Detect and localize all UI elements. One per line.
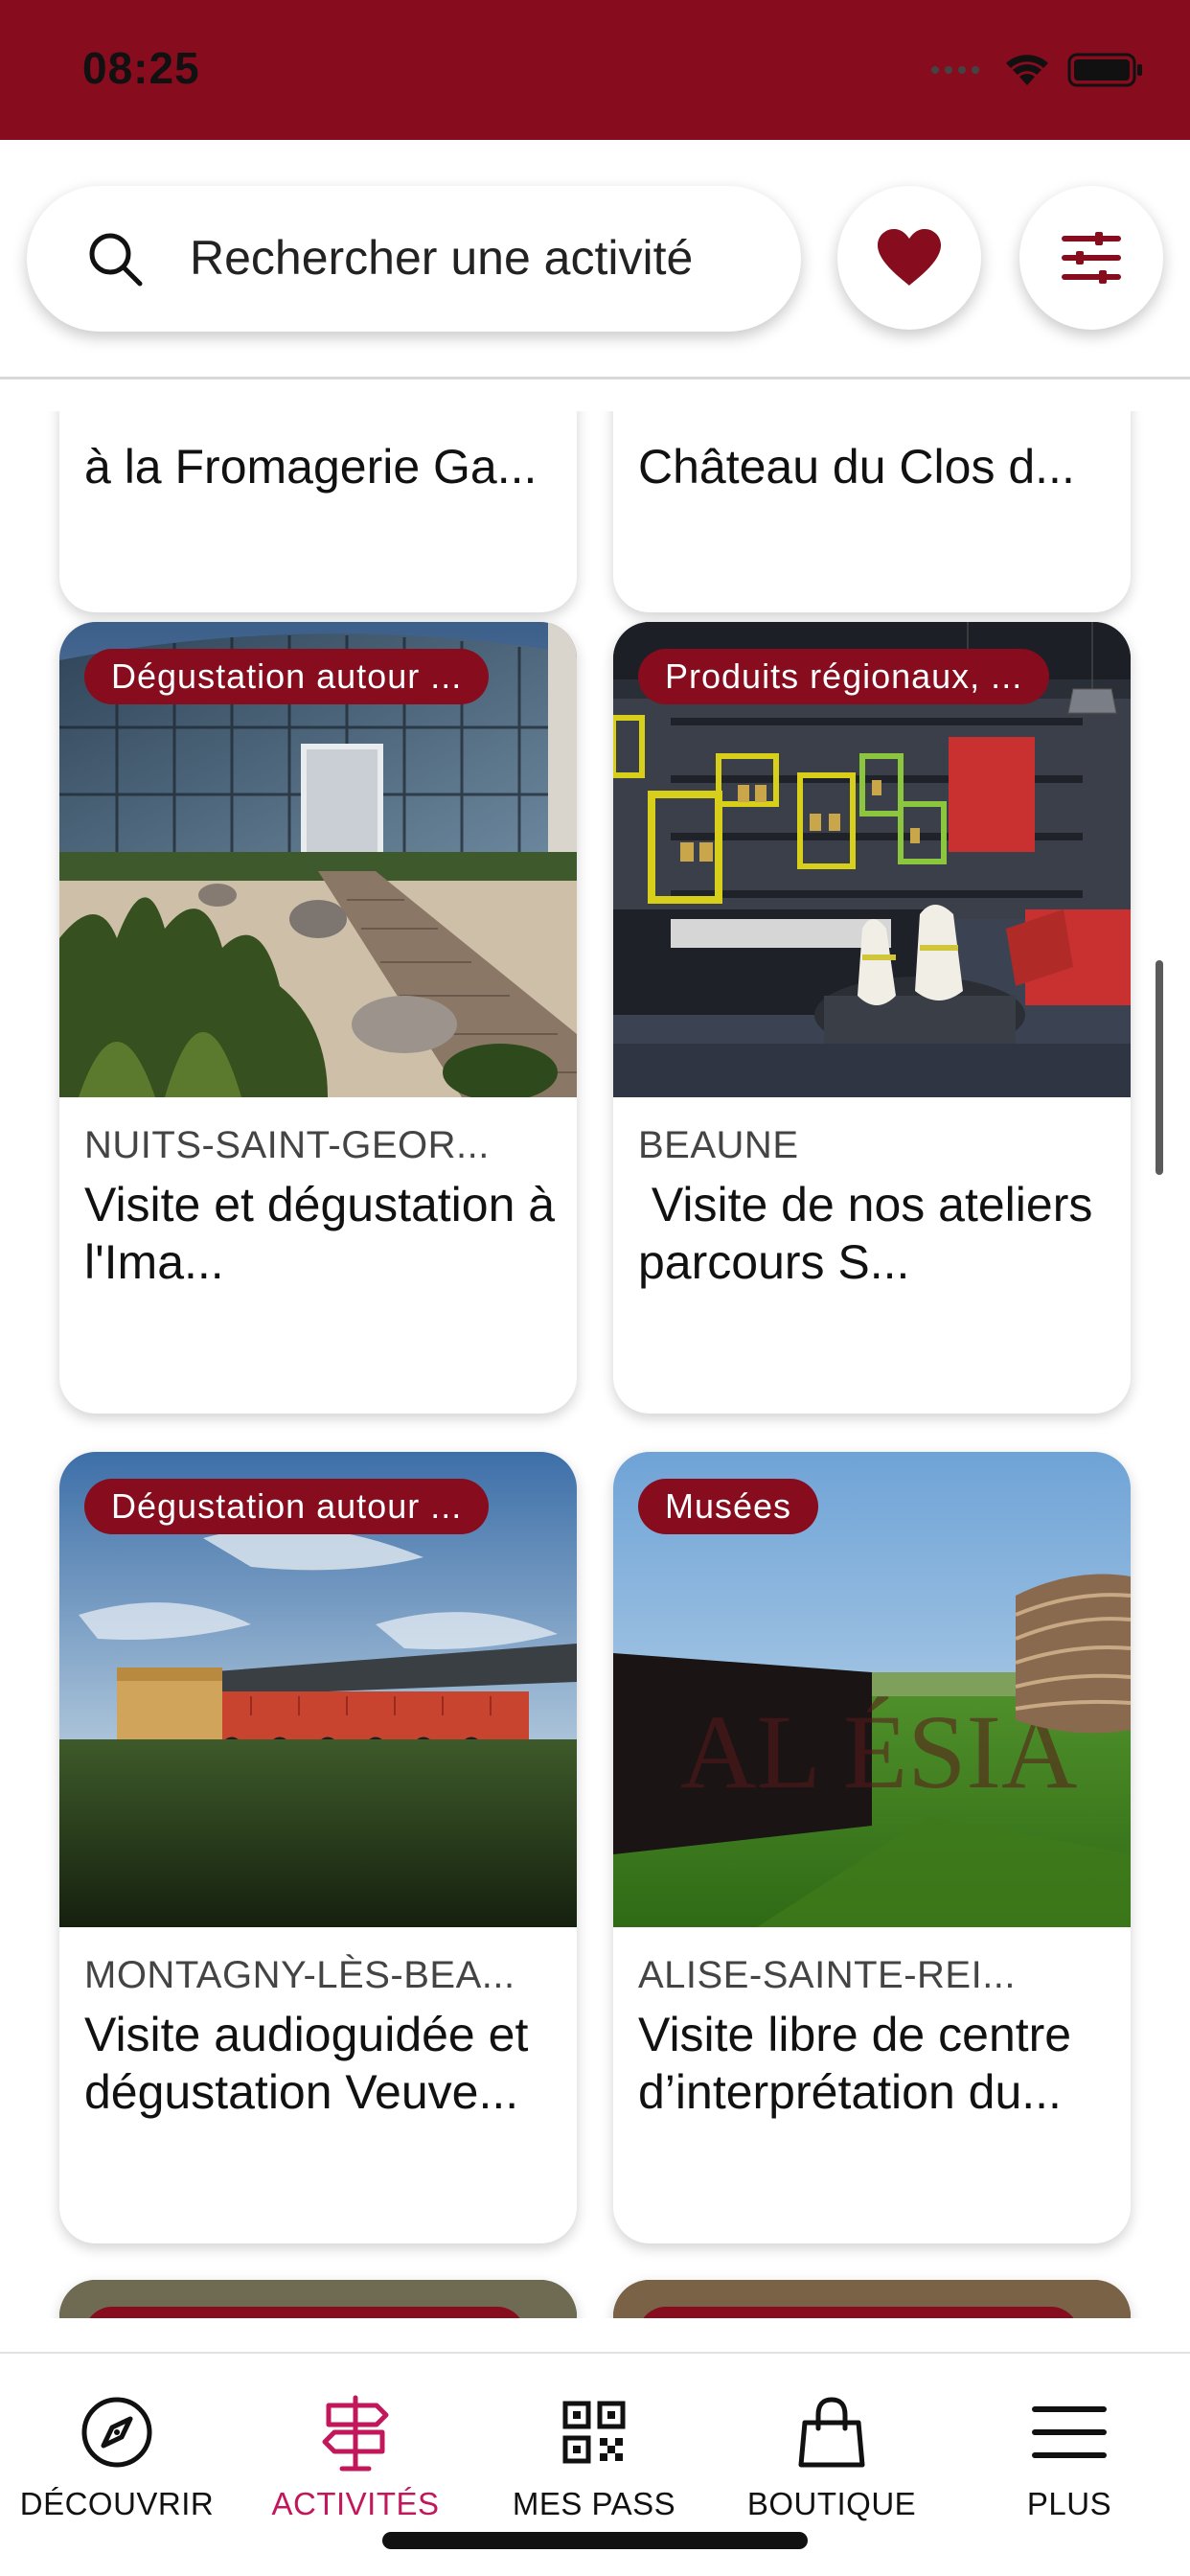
card-title: Visite de nos ateliers parcours S... <box>638 1178 1107 1289</box>
category-badge: Musées <box>638 1479 819 1534</box>
sliders-icon <box>1062 232 1121 284</box>
nav-label: PLUS <box>1026 2486 1112 2521</box>
activity-card[interactable]: à la Fromagerie Ga... <box>59 411 577 612</box>
category-badge: Dégustation autour ... <box>84 649 490 704</box>
wifi-icon <box>1006 55 1048 85</box>
card-location: MONTAGNY-LÈS-BEA... <box>84 1954 515 1996</box>
status-icons <box>929 52 1144 88</box>
home-indicator <box>382 2532 808 2549</box>
search-icon <box>89 233 143 287</box>
heart-icon <box>878 229 941 286</box>
card-photo <box>59 2280 577 2318</box>
nav-label: ACTIVITÉS <box>271 2486 440 2521</box>
card-photo: AL ÉSIA Musées <box>613 1452 1131 1927</box>
activity-card[interactable]: Produits régionaux, ... BEAUNE Visite de… <box>613 622 1131 1414</box>
compass-icon <box>81 2397 152 2468</box>
filters-button[interactable] <box>1019 186 1163 330</box>
qr-code-icon <box>562 2401 626 2464</box>
search-header: Rechercher une activité <box>0 140 1190 380</box>
nav-item-boutique[interactable]: BOUTIQUE <box>713 2392 950 2522</box>
activity-card[interactable] <box>59 2280 577 2318</box>
activity-card[interactable]: Dégustation autour ... MONTAGNY-LÈS-BEA.… <box>59 1452 577 2243</box>
category-badge: Dégustation autour ... <box>84 1479 490 1534</box>
nav-item-mes-pass[interactable]: MES PASS <box>475 2392 713 2522</box>
card-title: Visite audioguidée et dégustation Veuve.… <box>84 2008 529 2119</box>
menu-icon <box>1032 2406 1107 2458</box>
card-title: à la Fromagerie Ga... <box>84 440 538 494</box>
category-badge: Produits régionaux, ... <box>638 649 1050 704</box>
signpost-icon <box>322 2395 389 2472</box>
status-bar: 08:25 <box>0 0 1190 140</box>
nav-label: DÉCOUVRIR <box>19 2486 215 2521</box>
card-photo: Dégustation autour ... <box>59 622 577 1097</box>
battery-icon <box>1067 53 1142 87</box>
card-title: Château du Clos d... <box>638 440 1075 494</box>
card-photo <box>613 2280 1131 2318</box>
card-location: NUITS-SAINT-GEOR... <box>84 1124 490 1166</box>
activity-card[interactable]: Château du Clos d... <box>613 411 1131 612</box>
nav-item-plus[interactable]: PLUS <box>950 2392 1188 2522</box>
signal-icon <box>931 66 979 74</box>
nav-item-activites[interactable]: ACTIVITÉS <box>237 2392 474 2522</box>
card-location: BEAUNE <box>638 1124 799 1166</box>
status-time: 08:25 <box>82 43 200 93</box>
activity-card[interactable] <box>613 2280 1131 2318</box>
card-title: Visite libre de centre d’interprétation … <box>638 2008 1072 2119</box>
activity-card[interactable]: AL ÉSIA Musées ALISE-SAINTE-REI... Visit… <box>613 1452 1131 2243</box>
activity-grid[interactable]: à la Fromagerie Ga... Château du Clos d.… <box>0 411 1190 2318</box>
card-location: ALISE-SAINTE-REI... <box>638 1954 1017 1996</box>
nav-label: MES PASS <box>512 2486 676 2521</box>
scroll-indicator[interactable] <box>1156 960 1163 1175</box>
activity-card[interactable]: Dégustation autour ... NUITS-SAINT-GEOR.… <box>59 622 577 1414</box>
nav-label: BOUTIQUE <box>746 2486 917 2521</box>
card-photo: Dégustation autour ... <box>59 1452 577 1927</box>
favorites-button[interactable] <box>837 186 981 330</box>
card-photo: Produits régionaux, ... <box>613 622 1131 1097</box>
search-input[interactable]: Rechercher une activité <box>190 230 693 286</box>
card-title: Visite et dégustation à l'Ima... <box>84 1178 556 1289</box>
nav-item-decouvrir[interactable]: DÉCOUVRIR <box>0 2392 236 2522</box>
search-bar[interactable]: Rechercher une activité <box>27 186 801 332</box>
shopping-bag-icon <box>798 2397 865 2468</box>
